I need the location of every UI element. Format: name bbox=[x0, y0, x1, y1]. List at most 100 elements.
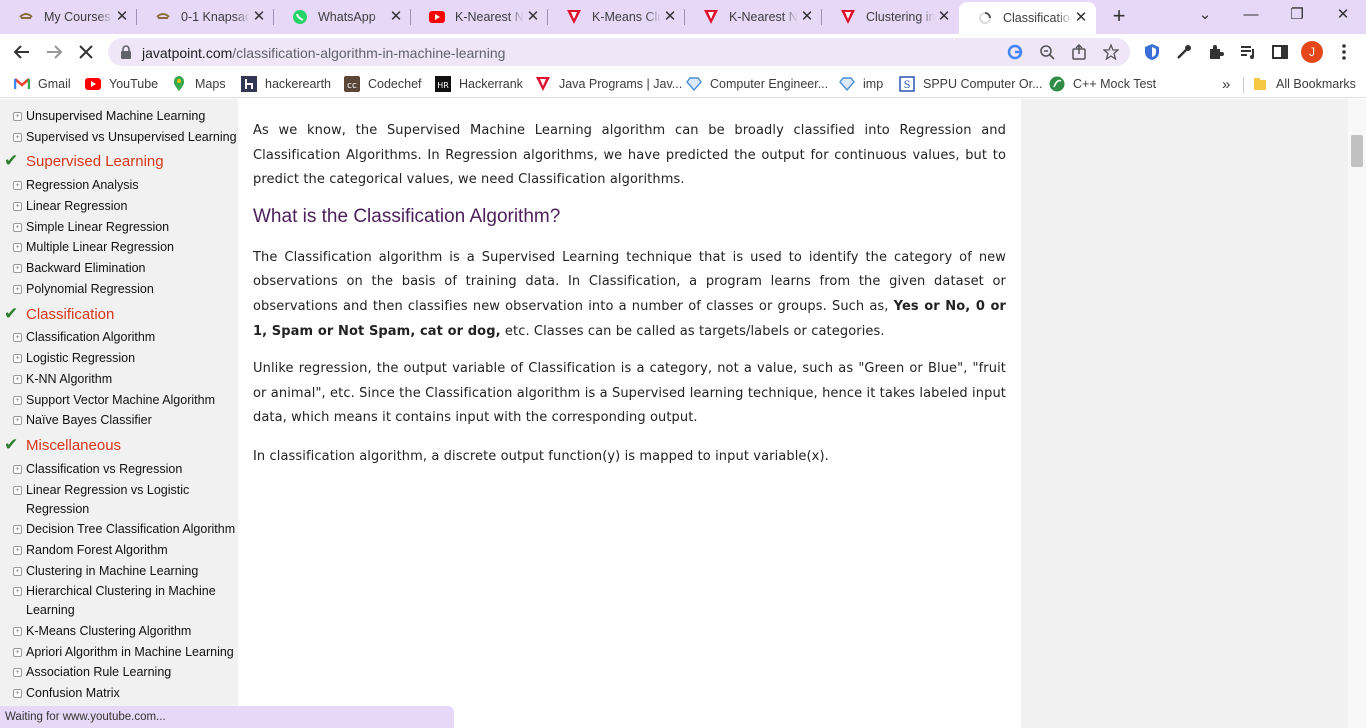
leaf-icon bbox=[1049, 76, 1065, 92]
sidebar-item-supervised-vs-unsupervised[interactable]: + Supervised vs Unsupervised Learning bbox=[12, 128, 238, 147]
forward-button[interactable] bbox=[42, 40, 66, 64]
tab-strip: My Courses ✕ 0-1 Knapsack ✕ WhatsApp ✕ K… bbox=[0, 0, 1366, 34]
page-scrollbar[interactable] bbox=[1348, 99, 1366, 728]
bookmark-computer-engineer[interactable]: Computer Engineer... bbox=[686, 75, 828, 93]
stop-button[interactable] bbox=[74, 40, 98, 64]
bookmark-hackerearth[interactable]: hackerearth bbox=[241, 75, 331, 93]
expand-icon: + bbox=[13, 627, 22, 636]
address-bar[interactable]: javatpoint.com/classification-algorithm-… bbox=[108, 38, 1130, 66]
bookmark-maps[interactable]: Maps bbox=[171, 75, 226, 93]
forward-arrow-icon bbox=[47, 45, 63, 59]
share-icon[interactable] bbox=[1070, 43, 1088, 61]
bookmarks-overflow-chevron[interactable]: » bbox=[1222, 75, 1230, 93]
url-text[interactable]: javatpoint.com/classification-algorithm-… bbox=[142, 45, 505, 61]
profile-avatar[interactable]: J bbox=[1300, 40, 1324, 64]
sidebar-item-multiple-linear-regression[interactable]: + Multiple Linear Regression bbox=[12, 238, 238, 257]
sidebar-item-naive-bayes[interactable]: + Naïve Bayes Classifier bbox=[12, 411, 238, 430]
expand-icon: + bbox=[13, 264, 22, 273]
sidebar-item-label: Classification Algorithm bbox=[26, 330, 156, 344]
sidebar-item-unsupervised-ml[interactable]: + Unsupervised Machine Learning bbox=[12, 107, 238, 126]
bookmark-sppu[interactable]: S SPPU Computer Or... bbox=[899, 75, 1042, 93]
close-icon[interactable]: ✕ bbox=[935, 8, 953, 26]
bookmark-cpp-mock-test[interactable]: C++ Mock Test bbox=[1049, 75, 1156, 93]
side-panel-icon[interactable] bbox=[1268, 40, 1292, 64]
bookmark-imp[interactable]: imp bbox=[839, 75, 883, 93]
sidebar-item-classification-vs-regression[interactable]: + Classification vs Regression bbox=[12, 460, 238, 479]
sidebar-item-logistic-regression[interactable]: + Logistic Regression bbox=[12, 349, 238, 368]
tab-knn-youtube[interactable]: K-Nearest Neighbor ✕ bbox=[411, 0, 548, 34]
bookmark-label: Computer Engineer... bbox=[710, 77, 829, 91]
sidebar-item-label: Multiple Linear Regression bbox=[26, 240, 174, 254]
all-bookmarks-button[interactable]: All Bookmarks bbox=[1252, 75, 1356, 93]
back-button[interactable] bbox=[10, 40, 34, 64]
tab-my-courses[interactable]: My Courses ✕ bbox=[0, 0, 137, 34]
close-icon[interactable]: ✕ bbox=[387, 8, 405, 26]
sidebar-item-confusion-matrix[interactable]: + Confusion Matrix bbox=[12, 684, 238, 703]
close-window-button[interactable]: ✕ bbox=[1320, 0, 1366, 30]
close-icon[interactable]: ✕ bbox=[113, 8, 131, 26]
tab-title: K-Nearest Neighbor bbox=[729, 10, 798, 24]
bookmark-hackerrank[interactable]: HR Hackerrank bbox=[435, 75, 523, 93]
tab-clustering[interactable]: Clustering in ✕ bbox=[822, 0, 959, 34]
close-icon[interactable]: ✕ bbox=[524, 8, 542, 26]
tab-whatsapp[interactable]: WhatsApp ✕ bbox=[274, 0, 411, 34]
bookmark-codechef[interactable]: cc Codechef bbox=[344, 75, 422, 93]
tab-title: 0-1 Knapsack bbox=[181, 10, 250, 24]
sidebar-item-knn-algorithm[interactable]: + K-NN Algorithm bbox=[12, 370, 238, 389]
tab-knapsack[interactable]: 0-1 Knapsack ✕ bbox=[137, 0, 274, 34]
sidebar-item-kmeans[interactable]: + K-Means Clustering Algorithm bbox=[12, 622, 238, 641]
sidebar-item-svm-algorithm[interactable]: + Support Vector Machine Algorithm bbox=[12, 391, 238, 410]
url-host: javatpoint.com bbox=[142, 45, 233, 61]
sidebar-item-regression-analysis[interactable]: + Regression Analysis bbox=[12, 176, 238, 195]
bookmark-youtube[interactable]: YouTube bbox=[85, 75, 158, 93]
lock-icon[interactable] bbox=[120, 45, 132, 64]
sidebar-item-linear-regression[interactable]: + Linear Regression bbox=[12, 197, 238, 216]
sidebar-heading-supervised: ✔ Supervised Learning bbox=[4, 151, 164, 172]
extensions-puzzle-icon[interactable] bbox=[1204, 40, 1228, 64]
expand-icon: + bbox=[13, 223, 22, 232]
minimize-button[interactable]: — bbox=[1228, 0, 1274, 30]
tab-kmeans[interactable]: K-Means Clustering ✕ bbox=[548, 0, 685, 34]
bookmark-gmail[interactable]: Gmail bbox=[14, 75, 71, 93]
sidebar-item-classification-algorithm[interactable]: + Classification Algorithm bbox=[12, 328, 238, 347]
sidebar-item-apriori[interactable]: + Apriori Algorithm in Machine Learning bbox=[12, 643, 238, 662]
tab-classification[interactable]: Classification ✕ bbox=[959, 2, 1096, 34]
shield-extension-icon[interactable] bbox=[1140, 40, 1164, 64]
sidebar-item-hierarchical-clustering[interactable]: + Hierarchical Clustering in Machine Lear… bbox=[12, 582, 238, 620]
sidebar-item-decision-tree[interactable]: + Decision Tree Classification Algorithm bbox=[12, 520, 238, 539]
close-icon[interactable]: ✕ bbox=[250, 8, 268, 26]
menu-kebab-icon[interactable] bbox=[1332, 40, 1356, 64]
back-arrow-icon bbox=[13, 45, 29, 59]
bookmark-label: Codechef bbox=[368, 77, 422, 91]
new-tab-button[interactable]: + bbox=[1107, 5, 1131, 29]
close-icon[interactable]: ✕ bbox=[661, 8, 679, 26]
close-icon[interactable]: ✕ bbox=[798, 8, 816, 26]
tab-knn[interactable]: K-Nearest Neighbor ✕ bbox=[685, 0, 822, 34]
sidebar-item-simple-linear-regression[interactable]: + Simple Linear Regression bbox=[12, 218, 238, 237]
sidebar-heading-classification: ✔ Classification bbox=[4, 304, 114, 325]
bookmark-label: Hackerrank bbox=[459, 77, 523, 91]
sidebar-item-linear-vs-logistic[interactable]: + Linear Regression vs Logistic Regressio… bbox=[12, 481, 238, 519]
expand-icon: + bbox=[13, 486, 22, 495]
sidebar-item-polynomial-regression[interactable]: + Polynomial Regression bbox=[12, 280, 238, 299]
zoom-icon[interactable] bbox=[1038, 43, 1056, 61]
discrete-output-paragraph: In classification algorithm, a discrete … bbox=[253, 448, 829, 464]
maps-icon bbox=[171, 76, 187, 92]
sidebar-item-backward-elimination[interactable]: + Backward Elimination bbox=[12, 259, 238, 278]
close-icon[interactable]: ✕ bbox=[1072, 9, 1090, 27]
sidebar-item-association-rule[interactable]: + Association Rule Learning bbox=[12, 663, 238, 682]
sidebar-item-random-forest[interactable]: + Random Forest Algorithm bbox=[12, 541, 238, 560]
restore-button[interactable]: ❐ bbox=[1274, 0, 1320, 30]
bookmark-label: All Bookmarks bbox=[1276, 77, 1356, 91]
sidebar-item-label: Linear Regression bbox=[26, 199, 128, 213]
sidebar-item-label: Clustering in Machine Learning bbox=[26, 564, 199, 578]
eyedropper-icon[interactable] bbox=[1172, 40, 1196, 64]
scrollbar-thumb[interactable] bbox=[1351, 135, 1363, 167]
sidebar-item-clustering[interactable]: + Clustering in Machine Learning bbox=[12, 562, 238, 581]
status-bar: Waiting for www.youtube.com... bbox=[0, 706, 454, 728]
google-icon[interactable] bbox=[1006, 43, 1024, 61]
bookmark-star-icon[interactable] bbox=[1102, 43, 1120, 61]
tab-search-button[interactable]: ⌄ bbox=[1182, 0, 1228, 30]
media-queue-icon[interactable] bbox=[1236, 40, 1260, 64]
bookmark-java-programs[interactable]: Java Programs | Jav... bbox=[535, 75, 682, 93]
